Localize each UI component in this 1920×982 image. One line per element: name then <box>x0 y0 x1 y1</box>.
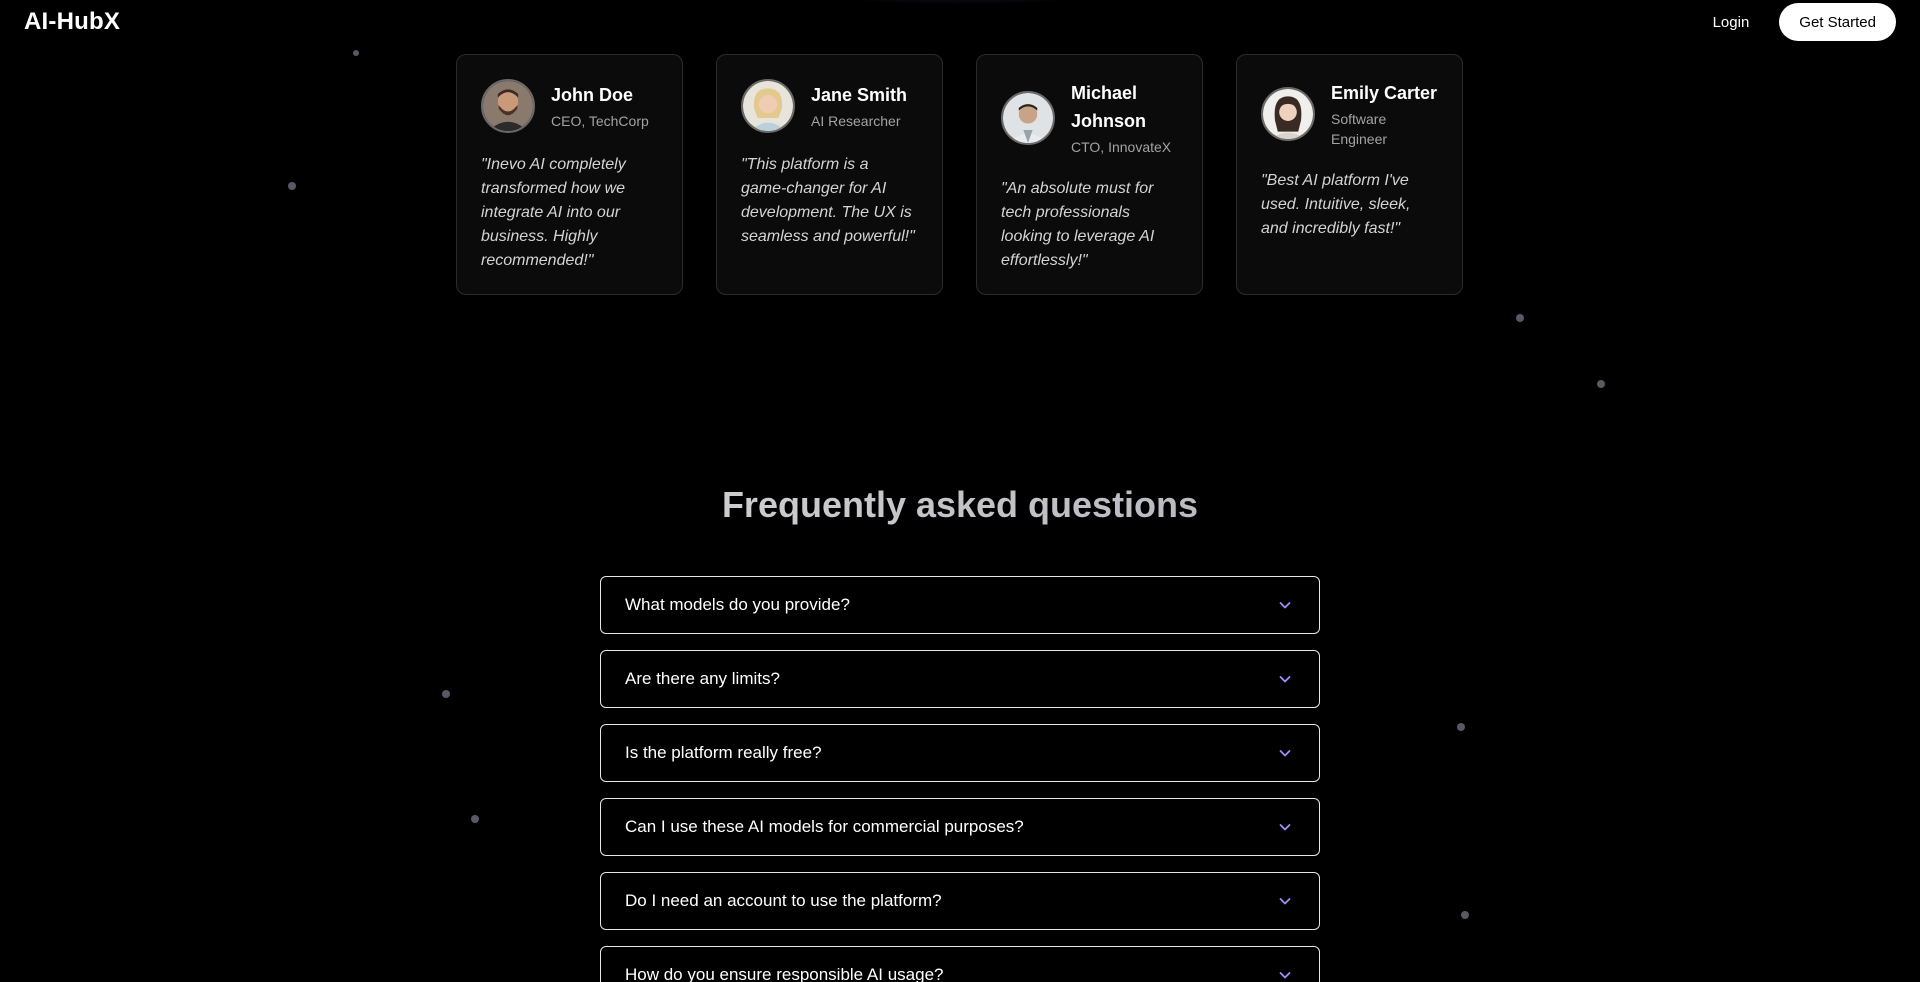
faq-question: What models do you provide? <box>625 595 850 614</box>
faq-list: What models do you provide? Are there an… <box>600 576 1320 982</box>
testimonial-quote: "This platform is a game-changer for AI … <box>741 156 915 245</box>
login-link[interactable]: Login <box>1713 14 1750 31</box>
avatar <box>1261 87 1315 141</box>
faq-question: Do I need an account to use the platform… <box>625 891 942 910</box>
faq-item[interactable]: Is the platform really free? <box>600 724 1320 782</box>
chevron-down-icon <box>1279 972 1291 979</box>
person-name: Emily Carter <box>1331 83 1438 103</box>
top-navbar: AI-HubX Login Get Started <box>0 0 1920 44</box>
faq-item[interactable]: Can I use these AI models for commercial… <box>600 798 1320 856</box>
particle <box>353 50 359 56</box>
testimonial-quote: "Inevo AI completely transformed how we … <box>481 156 626 269</box>
page: AI-HubX Login Get Started John Doe CEO, … <box>0 0 1920 982</box>
particle <box>288 182 296 190</box>
testimonial-card: Jane Smith AI Researcher "This platform … <box>716 54 943 295</box>
testimonial-card: Emily Carter Software Engineer "Best AI … <box>1236 54 1463 295</box>
particle <box>1461 911 1469 919</box>
faq-item[interactable]: Are there any limits? <box>600 650 1320 708</box>
testimonial-header: John Doe CEO, TechCorp <box>481 79 658 133</box>
person-info: John Doe CEO, TechCorp <box>551 81 649 131</box>
testimonial-quote: "An absolute must for tech professionals… <box>1001 180 1155 269</box>
person-name: John Doe <box>551 85 634 105</box>
chevron-down-icon <box>1279 602 1291 609</box>
faq-title: Frequently asked questions <box>0 484 1920 526</box>
brand-logo[interactable]: AI-HubX <box>24 8 120 36</box>
chevron-down-icon <box>1279 898 1291 905</box>
particle <box>442 690 450 698</box>
testimonials-section: John Doe CEO, TechCorp "Inevo AI complet… <box>456 54 1463 295</box>
faq-question: Are there any limits? <box>625 669 780 688</box>
person-info: Emily Carter Software Engineer <box>1331 79 1438 149</box>
testimonial-header: Jane Smith AI Researcher <box>741 79 918 133</box>
particle <box>1457 723 1465 731</box>
testimonial-header: Michael Johnson CTO, InnovateX <box>1001 79 1178 157</box>
testimonial-quote: "Best AI platform I've used. Intuitive, … <box>1261 172 1411 237</box>
faq-item[interactable]: Do I need an account to use the platform… <box>600 872 1320 930</box>
nav-actions: Login Get Started <box>1713 3 1896 41</box>
person-role: AI Researcher <box>811 113 901 129</box>
avatar <box>481 79 535 133</box>
person-role: Software Engineer <box>1331 111 1388 147</box>
person-role: CEO, TechCorp <box>551 113 649 129</box>
avatar <box>1001 91 1055 145</box>
person-name: Michael Johnson <box>1071 83 1146 131</box>
get-started-button[interactable]: Get Started <box>1779 3 1896 41</box>
faq-question: Can I use these AI models for commercial… <box>625 817 1024 836</box>
particle <box>471 815 479 823</box>
testimonial-card: Michael Johnson CTO, InnovateX "An absol… <box>976 54 1203 295</box>
particle <box>1597 380 1605 388</box>
testimonial-header: Emily Carter Software Engineer <box>1261 79 1438 149</box>
person-name: Jane Smith <box>811 85 908 105</box>
avatar <box>741 79 795 133</box>
particle <box>1516 314 1524 322</box>
faq-question: Is the platform really free? <box>625 743 822 762</box>
chevron-down-icon <box>1279 676 1291 683</box>
faq-item[interactable]: How do you ensure responsible AI usage? <box>600 946 1320 982</box>
chevron-down-icon <box>1279 824 1291 831</box>
chevron-down-icon <box>1279 750 1291 757</box>
faq-item[interactable]: What models do you provide? <box>600 576 1320 634</box>
person-role: CTO, InnovateX <box>1071 139 1172 155</box>
testimonial-card: John Doe CEO, TechCorp "Inevo AI complet… <box>456 54 683 295</box>
person-info: Michael Johnson CTO, InnovateX <box>1071 79 1178 157</box>
person-info: Jane Smith AI Researcher <box>811 81 907 131</box>
faq-question: How do you ensure responsible AI usage? <box>625 965 944 982</box>
